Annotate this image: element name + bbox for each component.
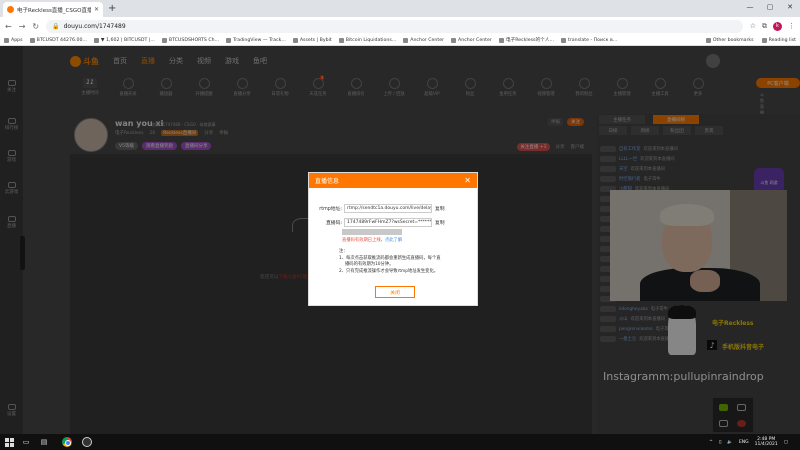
browser-tab-bar: 电子Reckless直播_CSGO直播_CSG... ✕ + — ▢ ✕	[0, 0, 800, 17]
url-text: douyu.com/1747489	[63, 22, 126, 30]
key-scrollbar[interactable]	[342, 229, 402, 235]
obs-taskbar-icon[interactable]	[82, 437, 92, 447]
chrome-taskbar-icon[interactable]	[62, 437, 72, 447]
maximize-window-button[interactable]: ▢	[760, 0, 780, 14]
windows-start-icon[interactable]	[5, 437, 14, 447]
rtmp-row: rtmp地址: rtmp://sendtc1a.douyu.com/live/d…	[312, 204, 445, 213]
copy-key-button[interactable]: 复制	[435, 219, 445, 226]
reload-button[interactable]: ↻	[32, 22, 39, 31]
minimize-window-button[interactable]: —	[740, 0, 760, 14]
tray-chevron-icon[interactable]: ^	[709, 440, 713, 445]
network-icon[interactable]: ▯	[719, 440, 721, 445]
reading-list[interactable]: Reading list	[761, 37, 796, 43]
dialog-title: 直播信息	[315, 178, 340, 185]
bookmark-item[interactable]: Assets | Bybit	[292, 37, 332, 43]
close-tab-icon[interactable]: ✕	[94, 6, 99, 13]
learn-more-link[interactable]: 点此了解	[385, 238, 402, 243]
address-bar[interactable]: 🔒 douyu.com/1747489	[46, 19, 743, 33]
language-indicator[interactable]: ENG	[739, 440, 749, 445]
notification-icon[interactable]: ▢	[784, 440, 788, 445]
browser-tab[interactable]: 电子Reckless直播_CSGO直播_CSG... ✕	[3, 2, 103, 17]
bookmark-item[interactable]: Anchor Center	[451, 37, 492, 43]
bookmark-item[interactable]: BTCUSDSHORTS Ch...	[161, 37, 219, 43]
close-button[interactable]: 关闭	[375, 286, 415, 298]
rtmp-address-field[interactable]: rtmp://sendtc1a.douyu.com/live/delay	[344, 204, 432, 213]
bookmarks-bar: Apps BTCUSDT 44276.00... ▼ 1,602 | BITCU…	[0, 35, 800, 46]
stream-info-dialog: 直播信息 ✕ rtmp地址: rtmp://sendtc1a.douyu.com…	[308, 172, 478, 306]
bookmark-item[interactable]: Apps	[4, 37, 23, 43]
task-view-icon[interactable]: ▭	[20, 436, 32, 448]
back-button[interactable]: ←	[5, 22, 12, 31]
stream-key-field[interactable]: 1747489rFwFHmZ7?wsSecret=********	[344, 218, 432, 227]
new-tab-button[interactable]: +	[108, 3, 116, 14]
bookmark-item[interactable]: Anchor Center	[403, 37, 444, 43]
douyu-favicon-icon	[7, 6, 14, 13]
profile-avatar[interactable]: k	[773, 21, 782, 31]
windows-taskbar: ▭ ▤ ^ ▯ 🔈 ENG 2:48 PM 11/4/2021 ▢	[0, 434, 800, 450]
close-window-button[interactable]: ✕	[780, 0, 800, 14]
toolbar: ← → ↻ 🔒 douyu.com/1747489 ☆ ⧉ k ⋮	[0, 17, 800, 35]
bookmark-item[interactable]: translate - Поиск в...	[561, 37, 617, 43]
menu-icon[interactable]: ⋮	[788, 22, 795, 30]
stream-key-row: 直播码: 1747489rFwFHmZ7?wsSecret=******** 复…	[312, 218, 445, 227]
bookmark-item[interactable]: BTCUSDT 44276.00...	[29, 37, 87, 43]
close-dialog-icon[interactable]: ✕	[464, 176, 471, 185]
forward-button[interactable]: →	[19, 22, 26, 31]
dialog-notes: 注： 1、每次点击获取推流码都会重新生成直播码，每个直 播码的有效期为10分钟。…	[339, 249, 441, 274]
bookmark-item[interactable]: TradingView — Track...	[226, 37, 286, 43]
key-warning: 直播码有效期已上线，点此了解	[342, 238, 403, 243]
star-icon[interactable]: ☆	[750, 22, 756, 30]
bookmark-item[interactable]: ▼ 1,602 | BITCUSDT |...	[93, 37, 155, 43]
bookmark-item[interactable]: Bitcoin Liquidations...	[338, 37, 396, 43]
extensions-icon[interactable]: ⧉	[762, 22, 767, 31]
volume-icon[interactable]: 🔈	[727, 440, 733, 445]
lock-icon: 🔒	[52, 22, 60, 30]
copy-rtmp-button[interactable]: 复制	[435, 205, 445, 212]
tab-title: 电子Reckless直播_CSGO直播_CSG...	[17, 7, 91, 14]
other-bookmarks[interactable]: Other bookmarks	[705, 37, 754, 43]
file-explorer-icon[interactable]: ▤	[38, 436, 50, 448]
clock[interactable]: 2:48 PM 11/4/2021	[755, 437, 778, 448]
system-tray: ^ ▯ 🔈 ENG 2:48 PM 11/4/2021 ▢	[709, 437, 800, 448]
rtmp-label: rtmp地址:	[319, 207, 342, 212]
stream-key-label: 直播码:	[325, 221, 342, 226]
bookmark-item[interactable]: 电子Reckless的个人...	[498, 37, 554, 43]
